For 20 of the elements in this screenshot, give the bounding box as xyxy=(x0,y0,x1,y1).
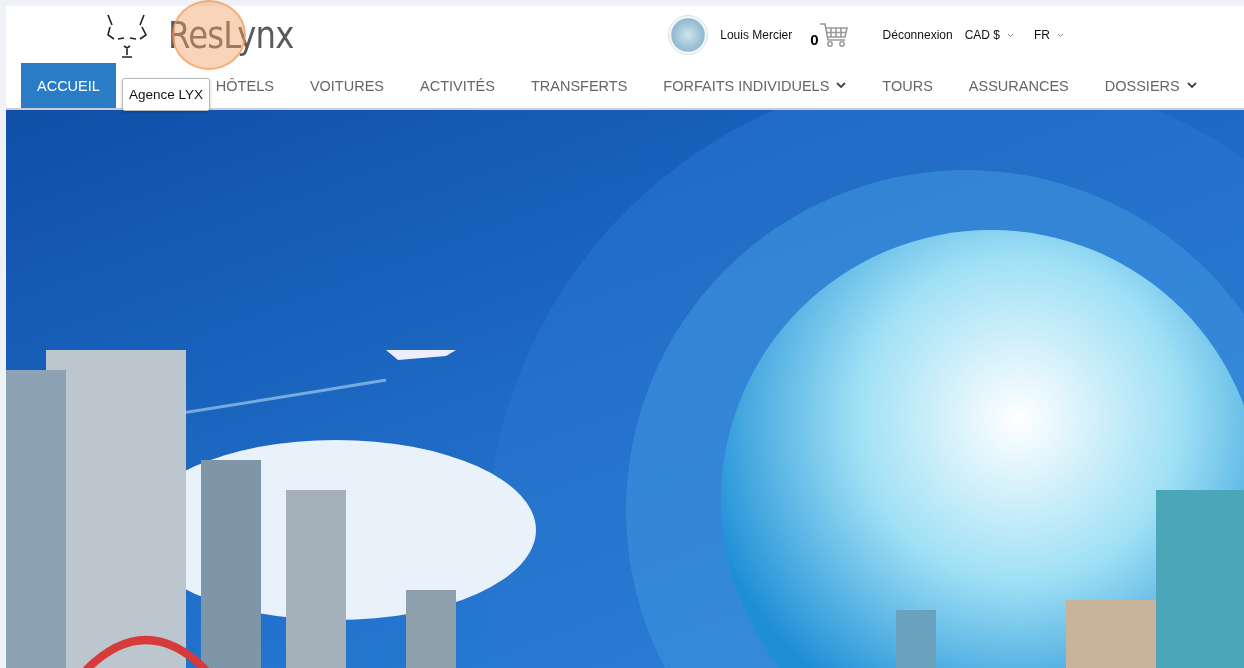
user-name[interactable]: Louis Mercier xyxy=(720,27,793,42)
currency-dropdown[interactable]: CAD $ xyxy=(964,27,1022,42)
cart-count: 0 xyxy=(810,30,819,48)
nav-tab[interactable]: TOURS xyxy=(864,63,951,108)
nav-tab[interactable]: ACCUEIL xyxy=(21,63,116,108)
logout-link[interactable]: Déconnexion xyxy=(882,27,953,42)
language-dropdown[interactable]: FR xyxy=(1034,27,1072,42)
nav-tab[interactable]: VOITURES xyxy=(291,63,402,108)
tooltip: Agence LYX xyxy=(122,78,211,111)
cart-icon[interactable] xyxy=(818,21,849,48)
nav-tab[interactable]: TRANSFERTS xyxy=(512,63,646,108)
nav-tab[interactable]: DOSSIERS xyxy=(1086,63,1215,108)
caret-icon xyxy=(1186,82,1197,89)
lynx-logo-icon xyxy=(104,12,150,61)
caret-icon xyxy=(1057,32,1064,38)
nav-tab[interactable]: ASSURANCES xyxy=(950,63,1087,108)
nav-tab[interactable]: FORFAITS INDIVIDUELS xyxy=(645,63,865,108)
caret-icon xyxy=(1007,32,1014,38)
caret-icon xyxy=(836,82,847,89)
nav-tab[interactable]: ACTIVITÉS xyxy=(402,63,513,108)
